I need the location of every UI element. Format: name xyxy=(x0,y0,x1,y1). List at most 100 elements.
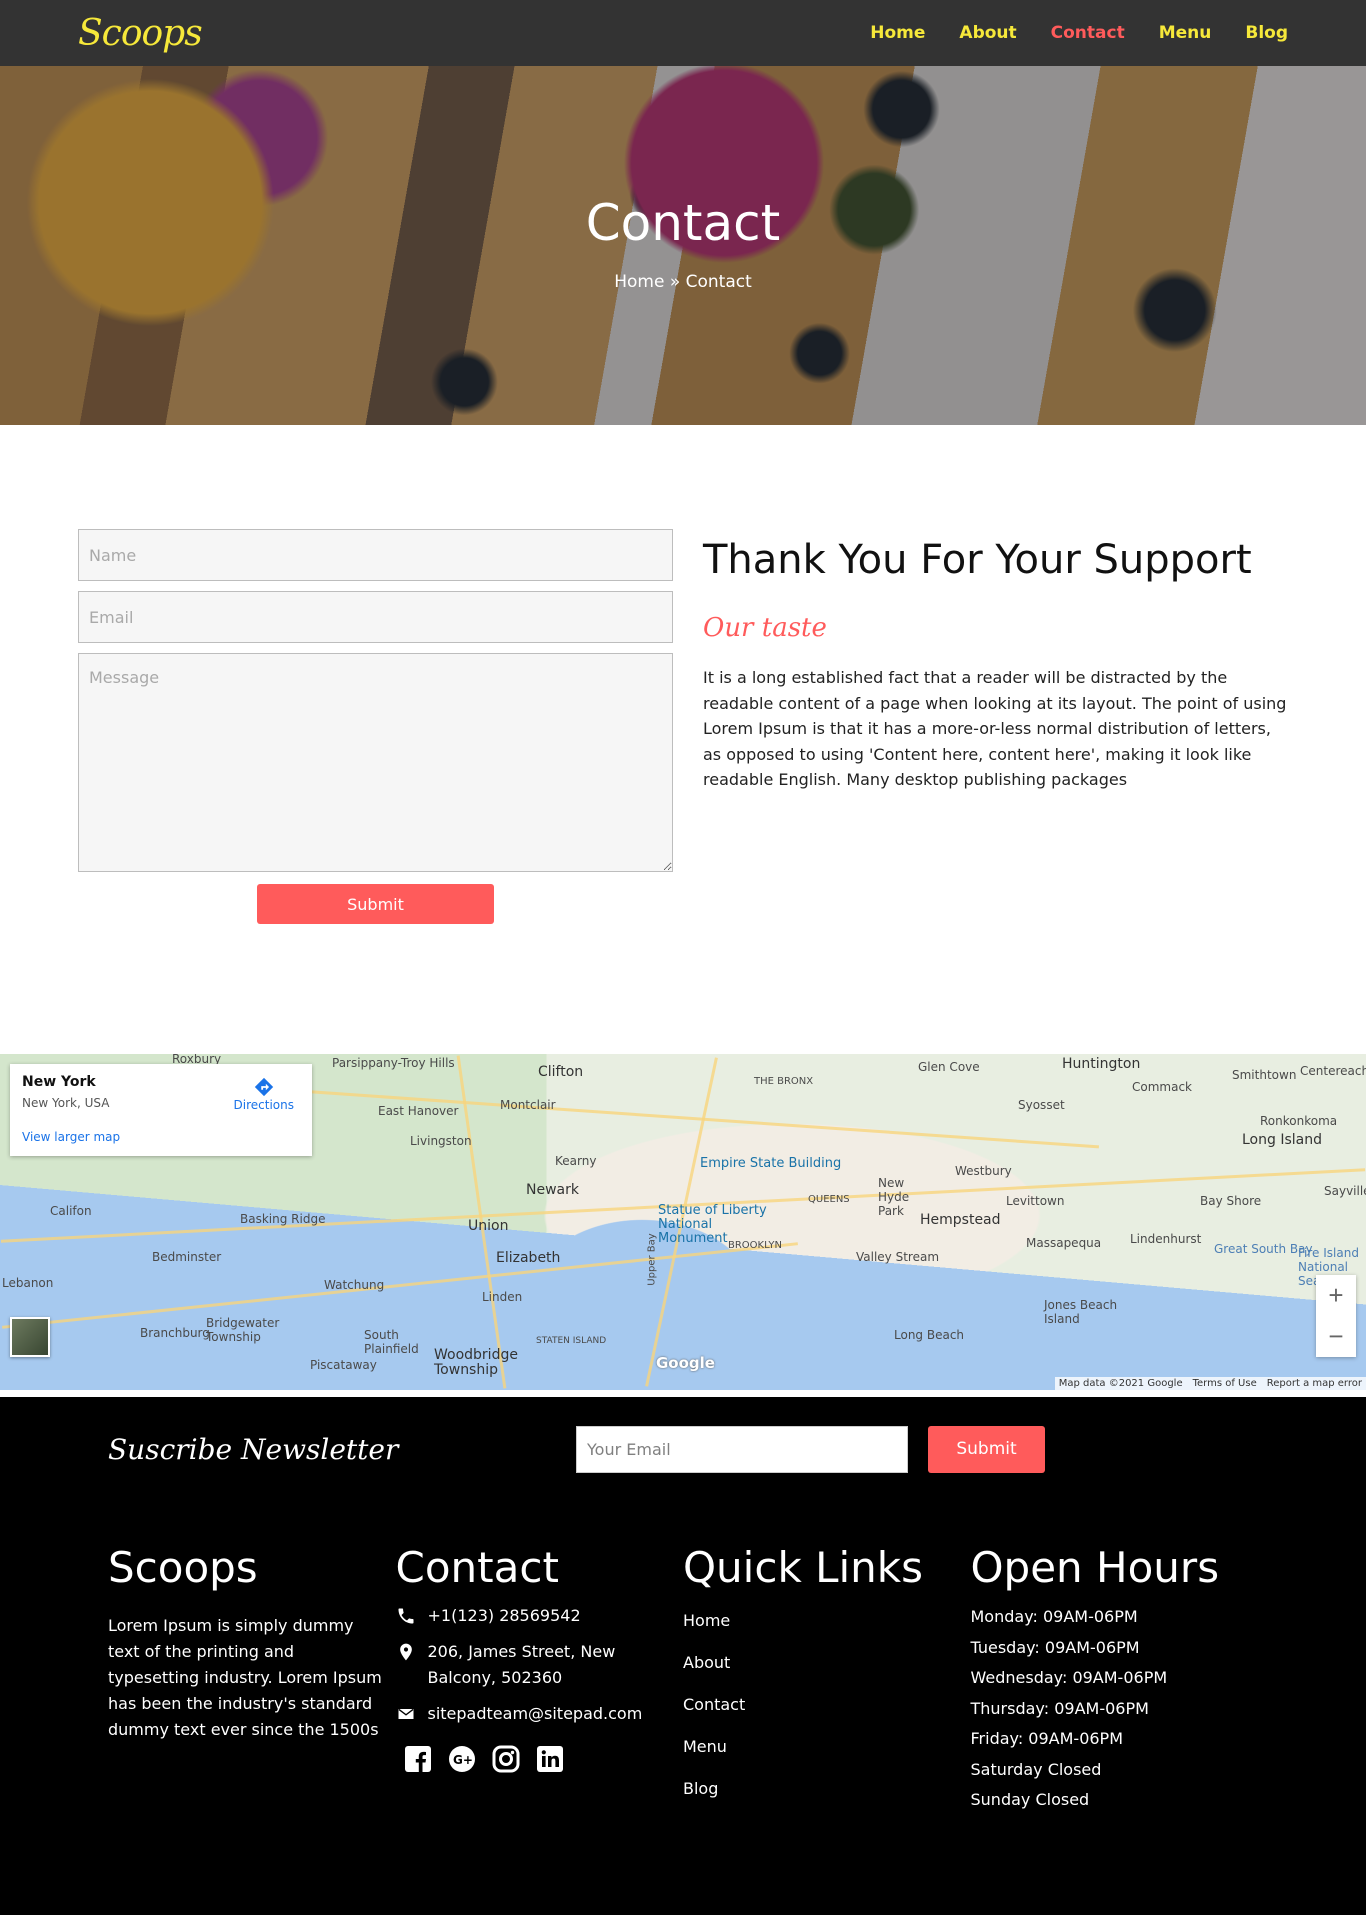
footer-quicklinks: Home About Contact Menu Blog xyxy=(683,1609,971,1801)
map-label: BROOKLYN xyxy=(728,1240,782,1251)
map-label: QUEENS xyxy=(808,1194,850,1205)
footer-email: sitepadteam@sitepad.com xyxy=(396,1701,684,1727)
directions-label: Directions xyxy=(233,1098,294,1112)
hours-item: Wednesday: 09AM-06PM xyxy=(970,1668,1168,1687)
facebook-icon[interactable] xyxy=(404,1745,432,1773)
linkedin-icon[interactable] xyxy=(536,1745,564,1773)
map-label: Califon xyxy=(50,1204,92,1218)
map-label: Massapequa xyxy=(1026,1236,1102,1250)
email-field[interactable] xyxy=(78,591,673,643)
map-label: Newark xyxy=(526,1182,579,1198)
map-place-card: New York New York, USA View larger map D… xyxy=(10,1064,312,1156)
nav-about[interactable]: About xyxy=(959,23,1016,43)
name-field[interactable] xyxy=(78,529,673,581)
map-label: Valley Stream xyxy=(856,1250,940,1264)
map-attribution: Map data ©2021 Google Terms of Use Repor… xyxy=(1054,1377,1366,1390)
newsletter-email-input[interactable] xyxy=(576,1425,908,1473)
footer-link-home[interactable]: Home xyxy=(683,1609,971,1633)
map-label: Ronkonkoma xyxy=(1260,1114,1338,1128)
message-field[interactable] xyxy=(78,653,673,872)
newsletter-submit-button[interactable]: Submit xyxy=(928,1425,1045,1473)
contact-submit-button[interactable]: Submit xyxy=(257,884,494,924)
zoom-in-button[interactable]: + xyxy=(1316,1275,1356,1316)
logo[interactable]: Scoops xyxy=(78,13,203,54)
hours-item: Monday: 09AM-06PM xyxy=(970,1607,1138,1626)
breadcrumb: Home » Contact xyxy=(614,272,752,292)
newsletter-bar: Suscribe Newsletter Submit xyxy=(0,1397,1366,1473)
map-label: Lebanon xyxy=(2,1276,54,1290)
nav-menu[interactable]: Menu xyxy=(1159,23,1212,43)
footer-quicklinks-column: Quick Links Home About Contact Menu Blog xyxy=(683,1545,971,1812)
footer-hours-title: Open Hours xyxy=(970,1543,1220,1592)
footer: Suscribe Newsletter Submit Scoops Lorem … xyxy=(0,1397,1366,1915)
map-label: Glen Cove xyxy=(918,1060,980,1074)
newsletter-title: Suscribe Newsletter xyxy=(108,1432,399,1466)
map-label: Westbury xyxy=(955,1164,1012,1178)
map-embed[interactable]: Roxbury Parsippany-Troy Hills Clifton TH… xyxy=(0,1054,1366,1390)
map-label: STATEN ISLAND xyxy=(536,1336,607,1346)
footer-quicklinks-title: Quick Links xyxy=(683,1543,924,1592)
location-pin-icon xyxy=(399,1643,412,1661)
hours-item: Saturday Closed xyxy=(970,1759,1102,1779)
footer-contact-column: Contact +1(123) 28569542 206, James Stre… xyxy=(396,1545,684,1812)
map-label: Syosset xyxy=(1018,1098,1065,1112)
map-label: Commack xyxy=(1132,1080,1192,1094)
report-map-error-link[interactable]: Report a map error xyxy=(1267,1378,1362,1389)
map-label: Lindenhurst xyxy=(1130,1232,1202,1246)
map-label: Upper Bay xyxy=(646,1233,658,1286)
footer-phone-text: +1(123) 28569542 xyxy=(427,1606,581,1625)
map-label: Jones Beach Island xyxy=(1044,1298,1118,1326)
hours-item: Thursday: 09AM-06PM xyxy=(970,1698,1149,1718)
zoom-out-button[interactable]: − xyxy=(1316,1316,1356,1357)
footer-link-about[interactable]: About xyxy=(683,1651,971,1675)
map-label: Clifton xyxy=(538,1064,584,1080)
footer-link-blog[interactable]: Blog xyxy=(683,1777,971,1801)
map-label: Bridgewater Township xyxy=(206,1316,280,1344)
map-label: Long Island xyxy=(1242,1132,1322,1148)
footer-address: 206, James Street, New Balcony, 502360 xyxy=(396,1639,684,1691)
map-label: Kearny xyxy=(555,1154,597,1168)
intro-text: Thank You For Your Support Our taste It … xyxy=(703,529,1288,1054)
footer-columns: Scoops Lorem Ipsum is simply dummy text … xyxy=(0,1471,1366,1812)
map-label: Smithtown xyxy=(1232,1068,1297,1082)
map-label: Elizabeth xyxy=(496,1250,561,1266)
footer-brand-text: Lorem Ipsum is simply dummy text of the … xyxy=(108,1616,382,1739)
footer-link-menu[interactable]: Menu xyxy=(683,1735,971,1759)
map-label: Levittown xyxy=(1006,1194,1065,1208)
nav-contact[interactable]: Contact xyxy=(1051,23,1125,43)
map-label: South Plainfield xyxy=(364,1328,419,1356)
map-road xyxy=(200,1082,1100,1149)
footer-brand-column: Scoops Lorem Ipsum is simply dummy text … xyxy=(108,1545,396,1812)
nav-blog[interactable]: Blog xyxy=(1245,23,1288,43)
map-label: Branchburg xyxy=(140,1326,210,1340)
footer-address-text: 206, James Street, New Balcony, 502360 xyxy=(427,1642,616,1687)
map-data-credit: Map data ©2021 Google xyxy=(1058,1378,1183,1389)
map-label: THE BRONX xyxy=(754,1076,814,1087)
phone-icon xyxy=(398,1608,413,1624)
terms-of-use-link[interactable]: Terms of Use xyxy=(1193,1378,1257,1389)
map-label: Centereach xyxy=(1300,1064,1366,1078)
footer-hours-column: Open Hours Monday: 09AM-06PM Tuesday: 09… xyxy=(971,1545,1259,1812)
map-label: Linden xyxy=(482,1290,523,1304)
map-label: Sayville xyxy=(1324,1184,1366,1198)
intro-heading: Thank You For Your Support xyxy=(703,537,1252,583)
page-title: Contact xyxy=(585,194,781,252)
map-label: Livingston xyxy=(410,1134,472,1148)
footer-link-contact[interactable]: Contact xyxy=(683,1693,971,1717)
google-plus-icon[interactable]: G+ xyxy=(448,1745,476,1773)
intro-body: It is a long established fact that a rea… xyxy=(703,668,1287,789)
map-zoom-controls: + − xyxy=(1316,1275,1356,1357)
nav-home[interactable]: Home xyxy=(870,23,925,43)
directions-button[interactable]: Directions xyxy=(234,1076,294,1112)
footer-brand-title: Scoops xyxy=(108,1543,258,1592)
map-satellite-toggle[interactable] xyxy=(10,1317,50,1357)
map-road xyxy=(2,1242,798,1329)
hours-item: Tuesday: 09AM-06PM xyxy=(970,1637,1140,1657)
instagram-icon[interactable] xyxy=(492,1745,520,1773)
view-larger-map-link[interactable]: View larger map xyxy=(22,1130,300,1144)
map-label: Woodbridge Township xyxy=(434,1347,518,1378)
map-label: Huntington xyxy=(1062,1056,1141,1072)
map-label: Watchung xyxy=(324,1278,385,1292)
social-links: G+ xyxy=(396,1745,684,1773)
main-nav: Home About Contact Menu Blog xyxy=(870,23,1288,43)
